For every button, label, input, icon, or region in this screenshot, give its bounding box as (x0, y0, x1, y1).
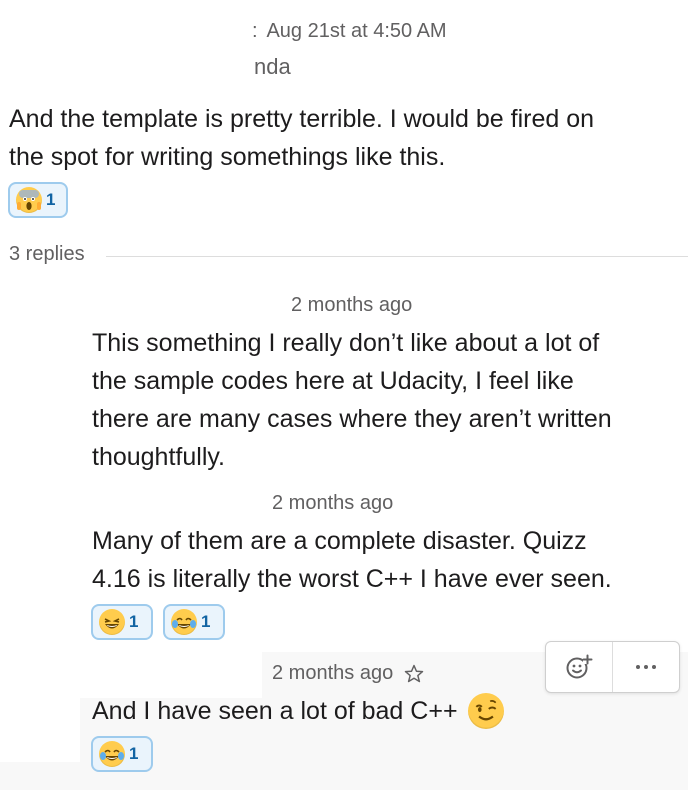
avatar-gutter-cover (0, 652, 80, 762)
reaction-pill-laughing[interactable]: 1 (91, 604, 153, 640)
reply-message-text: And I have seen a lot of bad C++ (92, 692, 682, 730)
reply-timestamp[interactable]: 2 months ago (272, 492, 393, 515)
more-actions-button[interactable] (613, 642, 679, 692)
parent-author-fragment[interactable]: nda (254, 54, 291, 80)
reaction-pill-joy[interactable]: 1 (91, 736, 153, 772)
parent-timestamp-area: : Aug 21st at 4:50 AM (252, 20, 447, 43)
wink-emoji-icon (467, 693, 504, 729)
add-reaction-button[interactable] (546, 642, 612, 692)
reaction-count: 1 (129, 612, 139, 631)
reply-text-line: the sample codes here at Udacity, I feel… (92, 367, 574, 395)
reply-text-line: there are many cases where they aren’t w… (92, 405, 612, 433)
reply-text-line: thoughtfully. (92, 443, 225, 471)
reaction-count: 1 (201, 612, 211, 631)
reply-timestamp[interactable]: 2 months ago (291, 294, 412, 317)
replies-divider (106, 256, 688, 257)
add-reaction-icon (565, 653, 593, 681)
replies-count-label[interactable]: 3 replies (9, 243, 85, 266)
reply-timestamp[interactable]: 2 months ago (272, 662, 425, 685)
reply-message-text: Many of them are a complete disaster. Qu… (92, 522, 682, 598)
joy-emoji-icon (99, 741, 125, 767)
reply-timestamp-text: 2 months ago (272, 662, 394, 684)
reply-text-line: Many of them are a complete disaster. Qu… (92, 527, 587, 555)
joy-emoji-icon (171, 609, 197, 635)
slack-thread-view: : Aug 21st at 4:50 AM nda And the templa… (0, 0, 688, 790)
reaction-pill-scream[interactable]: 1 (8, 182, 68, 218)
parent-text-line: the spot for writing somethings like thi… (9, 143, 446, 171)
reply-text-line: 4.16 is literally the worst C++ I have e… (92, 565, 612, 593)
reaction-pill-joy[interactable]: 1 (163, 604, 225, 640)
timestamp-cut-glyph: : (252, 20, 258, 42)
reply-text-line: And I have seen a lot of bad C++ (92, 697, 458, 725)
scream-emoji-icon (16, 187, 42, 213)
star-icon[interactable] (403, 663, 425, 685)
reaction-count: 1 (46, 190, 56, 209)
parent-timestamp[interactable]: Aug 21st at 4:50 AM (266, 20, 446, 42)
reply-text-line: This something I really don’t like about… (92, 329, 600, 357)
reply-message-text: This something I really don’t like about… (92, 324, 682, 476)
more-actions-icon (634, 663, 658, 671)
laughing-emoji-icon (99, 609, 125, 635)
reaction-count: 1 (129, 744, 139, 763)
message-actions-toolbar (545, 641, 680, 693)
parent-message-text: And the template is pretty terrible. I w… (9, 100, 679, 176)
parent-text-line: And the template is pretty terrible. I w… (9, 105, 595, 133)
